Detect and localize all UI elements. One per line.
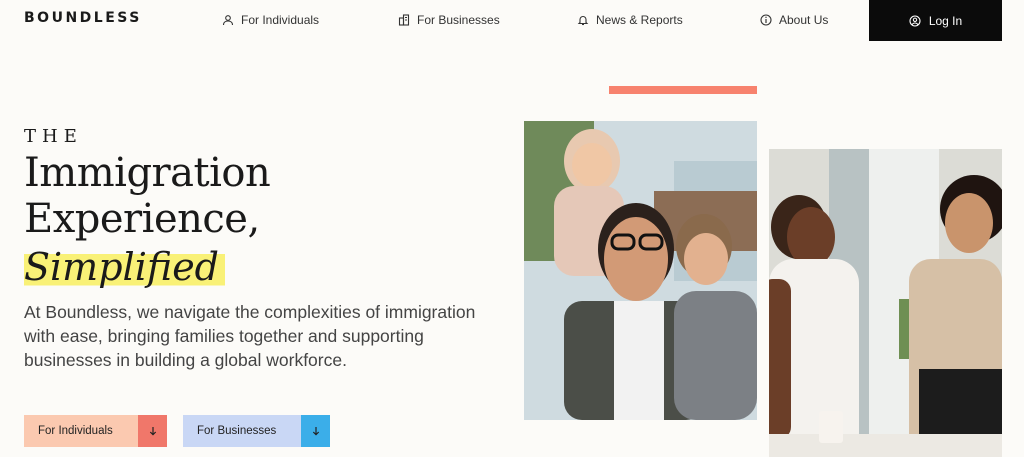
headline-line-1: Immigration bbox=[24, 150, 271, 196]
arrow-down-icon bbox=[138, 415, 167, 447]
brand-logo[interactable]: BOUNDLESS bbox=[24, 10, 142, 26]
nav-item-about-us[interactable]: About Us bbox=[760, 10, 828, 30]
nav-item-for-businesses[interactable]: For Businesses bbox=[398, 10, 500, 30]
business-people-photo bbox=[769, 149, 1002, 457]
family-photo bbox=[524, 121, 757, 420]
headline-line-2: Experience, bbox=[24, 196, 260, 242]
arrow-down-icon bbox=[301, 415, 330, 447]
user-icon bbox=[222, 15, 234, 26]
cta-label: For Individuals bbox=[38, 425, 113, 437]
login-label: Log In bbox=[928, 13, 963, 28]
top-navigation: BOUNDLESS For Individuals For Businesses… bbox=[0, 0, 1024, 41]
hero-intro: At Boundless, we navigate the complexiti… bbox=[24, 302, 476, 370]
hero-headline: Immigration Experience, bbox=[24, 150, 271, 242]
nav-label: For Individuals bbox=[241, 13, 320, 27]
cta-for-individuals-button[interactable]: For Individuals bbox=[24, 415, 167, 447]
nav-item-news-reports[interactable]: News & Reports bbox=[577, 10, 683, 30]
cta-for-businesses-button[interactable]: For Businesses bbox=[183, 415, 330, 447]
nav-item-for-individuals[interactable]: For Individuals bbox=[222, 10, 319, 30]
info-icon bbox=[760, 14, 772, 26]
nav-label: About Us bbox=[779, 13, 829, 27]
user-circle-icon bbox=[909, 14, 921, 27]
cta-label: For Businesses bbox=[197, 425, 277, 437]
decorative-accent-bar bbox=[609, 86, 757, 94]
hero-highlight: Simplified bbox=[24, 244, 226, 290]
login-button[interactable]: Log In bbox=[869, 0, 1002, 41]
hero-eyebrow: THE bbox=[24, 126, 83, 147]
nav-label: For Businesses bbox=[417, 13, 500, 27]
bell-icon bbox=[577, 16, 589, 26]
building-icon bbox=[398, 14, 410, 26]
nav-label: News & Reports bbox=[596, 13, 683, 27]
highlight-text: Simplified bbox=[24, 245, 226, 289]
